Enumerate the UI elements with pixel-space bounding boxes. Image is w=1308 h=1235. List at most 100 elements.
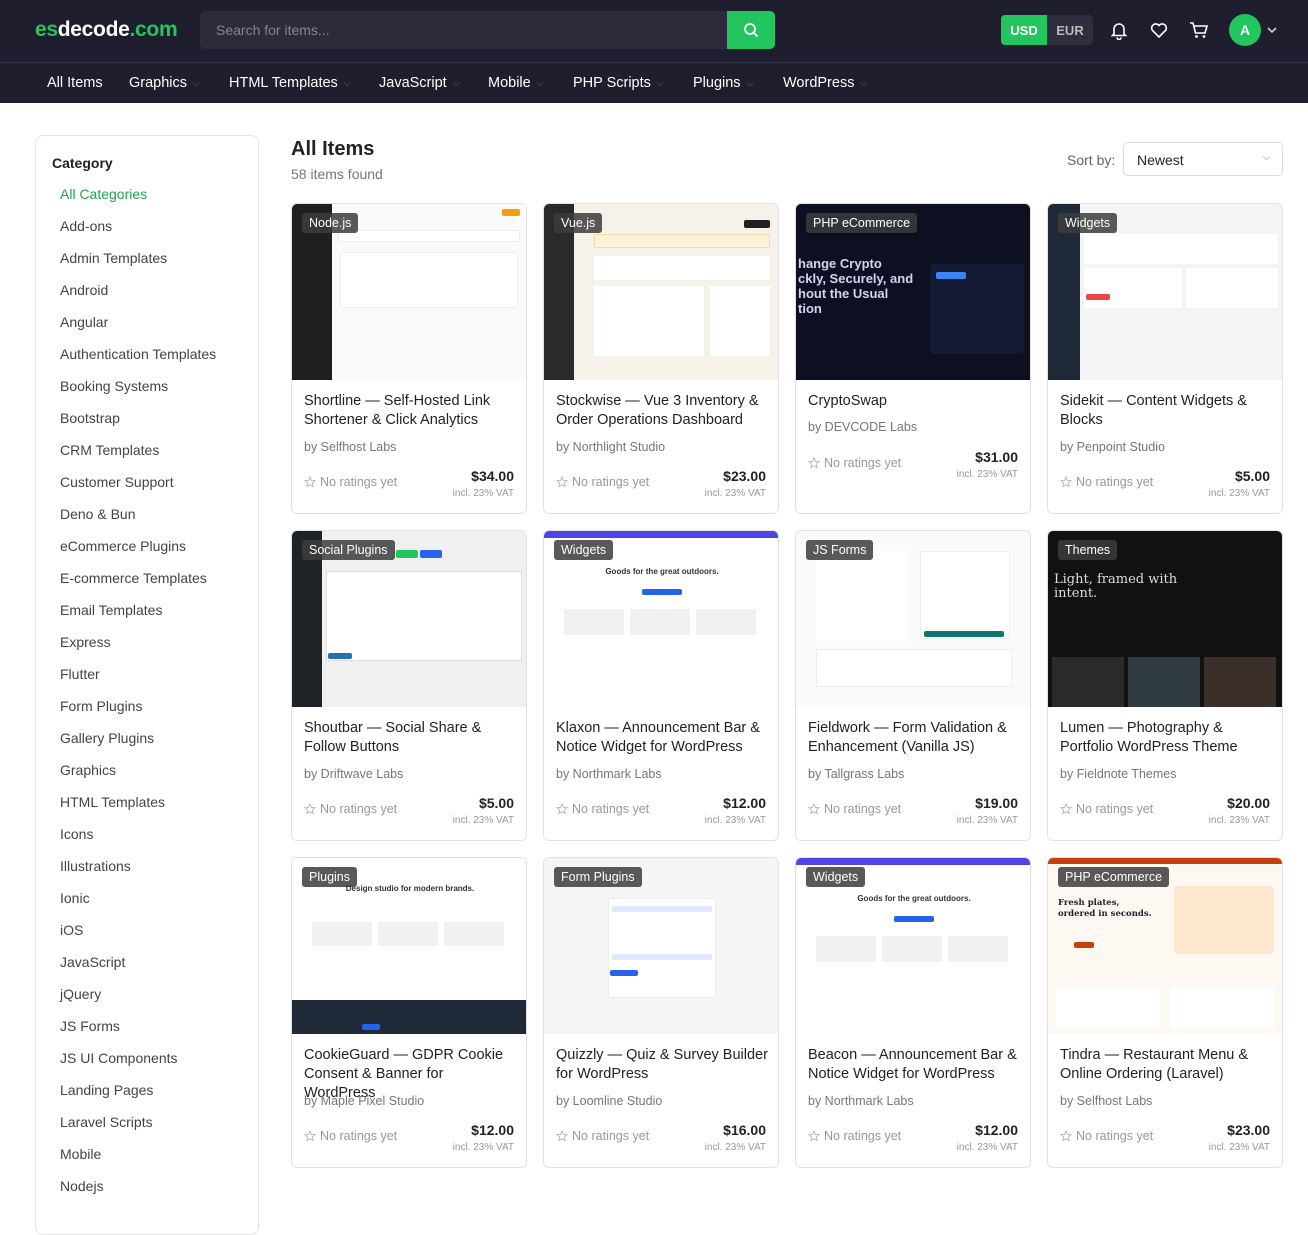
sidebar-category-item[interactable]: Graphics bbox=[60, 762, 116, 778]
sidebar-category-item[interactable]: Illustrations bbox=[60, 858, 131, 874]
sidebar-category-item[interactable]: Add-ons bbox=[60, 218, 112, 234]
product-thumbnail[interactable]: Form Plugins bbox=[544, 858, 778, 1034]
star-icon bbox=[556, 803, 568, 815]
heart-icon[interactable] bbox=[1148, 19, 1170, 41]
product-price: $23.00 bbox=[723, 468, 766, 484]
product-title[interactable]: Sidekit — Content Widgets & Blocks bbox=[1060, 392, 1274, 430]
sidebar-category-item[interactable]: Icons bbox=[60, 826, 93, 842]
product-author[interactable]: by Northmark Labs bbox=[556, 767, 662, 781]
nav-all-items[interactable]: All Items bbox=[47, 75, 103, 91]
product-thumbnail[interactable]: Widgets bbox=[1048, 204, 1282, 380]
product-card[interactable]: Node.js Shortline — Self-Hosted Link Sho… bbox=[291, 203, 527, 514]
product-author[interactable]: by Selfhost Labs bbox=[304, 440, 396, 454]
product-card[interactable]: JS Forms Fieldwork — Form Validation & E… bbox=[795, 530, 1031, 841]
nav-javascript[interactable]: JavaScript ⌵ bbox=[379, 75, 460, 91]
product-card[interactable]: Form Plugins Quizzly — Quiz & Survey Bui… bbox=[543, 857, 779, 1168]
nav-plugins[interactable]: Plugins ⌵ bbox=[693, 75, 753, 91]
product-card[interactable]: Fresh plates, ordered in seconds. PHP eCo… bbox=[1047, 857, 1283, 1168]
product-author[interactable]: by Tallgrass Labs bbox=[808, 767, 904, 781]
product-card[interactable]: Widgets Sidekit — Content Widgets & Bloc… bbox=[1047, 203, 1283, 514]
search-input[interactable] bbox=[200, 11, 727, 49]
product-thumbnail[interactable]: Design studio for modern brands. Plugins bbox=[292, 858, 526, 1034]
product-thumbnail[interactable]: Fresh plates, ordered in seconds. PHP eCo… bbox=[1048, 858, 1282, 1034]
product-thumbnail[interactable]: hange Crypto ckly, Securely, and hout the … bbox=[796, 204, 1030, 380]
currency-usd-button[interactable]: USD bbox=[1001, 15, 1047, 45]
product-card[interactable]: Vue.js Stockwise — Vue 3 Inventory & Ord… bbox=[543, 203, 779, 514]
sidebar-category-item[interactable]: Flutter bbox=[60, 666, 100, 682]
nav-php-scripts[interactable]: PHP Scripts ⌵ bbox=[573, 75, 664, 91]
sidebar-category-item[interactable]: iOS bbox=[60, 922, 83, 938]
product-title[interactable]: Shortline — Self-Hosted Link Shortener &… bbox=[304, 392, 518, 430]
product-title[interactable]: Stockwise — Vue 3 Inventory & Order Oper… bbox=[556, 392, 770, 430]
product-card[interactable]: Light, framed with intent. Themes Lumen —… bbox=[1047, 530, 1283, 841]
sidebar-category-item[interactable]: Android bbox=[60, 282, 108, 298]
sort-select[interactable]: Newest ⌵ bbox=[1123, 142, 1283, 176]
product-author[interactable]: by Selfhost Labs bbox=[1060, 1094, 1152, 1108]
sidebar-category-item[interactable]: Form Plugins bbox=[60, 698, 142, 714]
sidebar-category-item[interactable]: Mobile bbox=[60, 1146, 101, 1162]
user-avatar[interactable]: A bbox=[1229, 14, 1261, 46]
sidebar-category-item[interactable]: Gallery Plugins bbox=[60, 730, 154, 746]
nav-html-templates[interactable]: HTML Templates ⌵ bbox=[229, 75, 351, 91]
chevron-down-icon[interactable] bbox=[1265, 19, 1279, 41]
sidebar-category-item[interactable]: Deno & Bun bbox=[60, 506, 136, 522]
sidebar-category-item[interactable]: Admin Templates bbox=[60, 250, 167, 266]
sidebar-category-item[interactable]: jQuery bbox=[60, 986, 101, 1002]
sidebar-category-item[interactable]: Customer Support bbox=[60, 474, 174, 490]
sidebar-category-item[interactable]: Email Templates bbox=[60, 602, 162, 618]
search-button[interactable] bbox=[727, 11, 775, 49]
product-title[interactable]: Shoutbar — Social Share & Follow Buttons bbox=[304, 719, 518, 757]
sidebar-category-item[interactable]: Ionic bbox=[60, 890, 90, 906]
product-card[interactable]: hange Crypto ckly, Securely, and hout the … bbox=[795, 203, 1031, 514]
product-thumbnail[interactable]: Social Plugins bbox=[292, 531, 526, 707]
product-thumbnail[interactable]: Vue.js bbox=[544, 204, 778, 380]
product-title[interactable]: Tindra — Restaurant Menu & Online Orderi… bbox=[1060, 1046, 1274, 1084]
currency-eur-button[interactable]: EUR bbox=[1047, 15, 1093, 45]
product-title[interactable]: CryptoSwap bbox=[808, 392, 1022, 411]
product-card[interactable]: Design studio for modern brands. Plugins… bbox=[291, 857, 527, 1168]
sidebar-category-item[interactable]: Angular bbox=[60, 314, 108, 330]
product-author[interactable]: by Driftwave Labs bbox=[304, 767, 403, 781]
product-title[interactable]: Lumen — Photography & Portfolio WordPres… bbox=[1060, 719, 1274, 757]
sidebar-category-item[interactable]: JS UI Components bbox=[60, 1050, 178, 1066]
product-thumbnail[interactable]: Light, framed with intent. Themes bbox=[1048, 531, 1282, 707]
product-author[interactable]: by Penpoint Studio bbox=[1060, 440, 1165, 454]
sidebar-category-item[interactable]: E-commerce Templates bbox=[60, 570, 207, 586]
sidebar-category-item[interactable]: Express bbox=[60, 634, 111, 650]
sidebar-category-item[interactable]: eCommerce Plugins bbox=[60, 538, 186, 554]
product-thumbnail[interactable]: Goods for the great outdoors. Widgets bbox=[796, 858, 1030, 1034]
product-card[interactable]: Social Plugins Shoutbar — Social Share &… bbox=[291, 530, 527, 841]
sidebar-category-item[interactable]: JS Forms bbox=[60, 1018, 120, 1034]
product-title[interactable]: Quizzly — Quiz & Survey Builder for Word… bbox=[556, 1046, 770, 1084]
product-author[interactable]: by Maple Pixel Studio bbox=[304, 1094, 424, 1108]
cart-icon[interactable] bbox=[1188, 19, 1210, 41]
product-author[interactable]: by Loomline Studio bbox=[556, 1094, 662, 1108]
product-title[interactable]: Beacon — Announcement Bar & Notice Widge… bbox=[808, 1046, 1022, 1084]
nav-mobile[interactable]: Mobile ⌵ bbox=[488, 75, 544, 91]
product-author[interactable]: by Northmark Labs bbox=[808, 1094, 914, 1108]
site-logo[interactable]: esdecode.com bbox=[35, 18, 178, 42]
product-title[interactable]: Fieldwork — Form Validation & Enhancemen… bbox=[808, 719, 1022, 757]
sidebar-category-item[interactable]: CRM Templates bbox=[60, 442, 159, 458]
product-thumbnail[interactable]: Node.js bbox=[292, 204, 526, 380]
product-author[interactable]: by Fieldnote Themes bbox=[1060, 767, 1177, 781]
nav-graphics[interactable]: Graphics ⌵ bbox=[129, 75, 200, 91]
sidebar-category-item[interactable]: JavaScript bbox=[60, 954, 125, 970]
product-card[interactable]: Goods for the great outdoors. Widgets Kl… bbox=[543, 530, 779, 841]
product-thumbnail[interactable]: JS Forms bbox=[796, 531, 1030, 707]
sidebar-category-item[interactable]: Authentication Templates bbox=[60, 346, 216, 362]
product-author[interactable]: by DEVCODE Labs bbox=[808, 420, 917, 434]
sidebar-category-item[interactable]: HTML Templates bbox=[60, 794, 165, 810]
sidebar-category-item[interactable]: Laravel Scripts bbox=[60, 1114, 153, 1130]
sidebar-category-item[interactable]: All Categories bbox=[60, 186, 147, 202]
bell-icon[interactable] bbox=[1108, 19, 1130, 41]
sidebar-category-item[interactable]: Booking Systems bbox=[60, 378, 168, 394]
product-title[interactable]: Klaxon — Announcement Bar & Notice Widge… bbox=[556, 719, 770, 757]
sidebar-category-item[interactable]: Landing Pages bbox=[60, 1082, 153, 1098]
sidebar-category-item[interactable]: Bootstrap bbox=[60, 410, 120, 426]
nav-wordpress[interactable]: WordPress ⌵ bbox=[783, 75, 867, 91]
product-card[interactable]: Goods for the great outdoors. Widgets Be… bbox=[795, 857, 1031, 1168]
sidebar-category-item[interactable]: Nodejs bbox=[60, 1178, 104, 1194]
product-thumbnail[interactable]: Goods for the great outdoors. Widgets bbox=[544, 531, 778, 707]
product-author[interactable]: by Northlight Studio bbox=[556, 440, 665, 454]
